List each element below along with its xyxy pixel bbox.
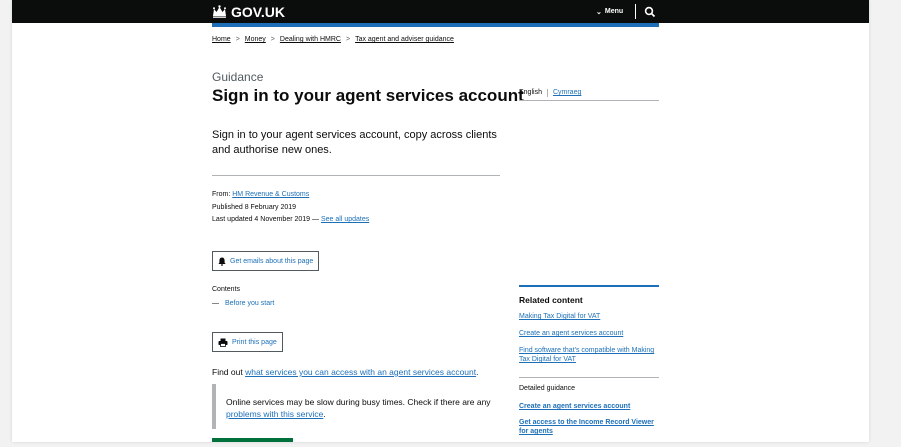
- related-link-mtd-vat[interactable]: Making Tax Digital for VAT: [519, 312, 659, 321]
- search-button[interactable]: [644, 5, 656, 23]
- inset-notice: Online services may be slow during busy …: [212, 384, 502, 429]
- meta-from-label: From:: [212, 191, 231, 198]
- dash-icon: —: [212, 300, 219, 307]
- meta-published: Published 8 February 2019: [212, 204, 297, 211]
- header-divider: [635, 4, 636, 19]
- meta-from: From: HM Revenue & Customs: [212, 191, 309, 198]
- page-sheet: GOV.UK ⌄ Menu Home > Money > Dealing wit…: [12, 0, 869, 442]
- menu-button[interactable]: ⌄ Menu: [596, 4, 623, 19]
- search-icon: [644, 6, 656, 18]
- see-all-updates-link[interactable]: See all updates: [321, 216, 369, 223]
- related-link-create-agent-account[interactable]: Create an agent services account: [519, 329, 659, 338]
- get-emails-label: Get emails about this page: [230, 257, 314, 265]
- inset-suffix: .: [323, 409, 326, 419]
- breadcrumb-tax-agent-guidance[interactable]: Tax agent and adviser guidance: [355, 36, 454, 43]
- related-link-find-software[interactable]: Find software that's compatible with Mak…: [519, 346, 659, 364]
- breadcrumb-home[interactable]: Home: [212, 36, 231, 43]
- divider: [212, 175, 500, 176]
- detailed-link-income-record-viewer[interactable]: Get access to the Income Record Viewer f…: [519, 418, 659, 436]
- header-accent-bar: [212, 23, 659, 27]
- language-switcher: English Cymraeg: [519, 89, 659, 101]
- language-link-cymraeg[interactable]: Cymraeg: [548, 89, 581, 100]
- chevron-right-icon: >: [270, 36, 275, 43]
- find-out-suffix: .: [476, 367, 479, 377]
- breadcrumb-dealing-with-hmrc[interactable]: Dealing with HMRC: [280, 36, 341, 43]
- bell-icon: [218, 257, 226, 266]
- detailed-guidance-heading: Detailed guidance: [519, 385, 576, 392]
- chevron-down-icon: ⌄: [596, 8, 602, 16]
- problems-with-service-link[interactable]: problems with this service: [226, 409, 323, 419]
- detailed-link-create-agent-account[interactable]: Create an agent services account: [519, 402, 659, 411]
- print-page-button[interactable]: Print this page: [212, 332, 283, 352]
- language-current: English: [519, 89, 548, 97]
- find-out-text: Find out what services you can access wi…: [212, 367, 479, 377]
- header-bar: [12, 0, 869, 23]
- contents-heading: Contents: [212, 286, 241, 293]
- chevron-right-icon: >: [345, 36, 351, 43]
- start-button[interactable]: [212, 438, 293, 442]
- related-divider: [519, 377, 659, 378]
- get-emails-button[interactable]: Get emails about this page: [212, 251, 320, 271]
- page-title: Sign in to your agent services account: [212, 86, 524, 105]
- find-out-prefix: Find out: [212, 367, 243, 377]
- related-content: Related content: [519, 285, 659, 305]
- meta-updated-text: Last updated 4 November 2019 —: [212, 216, 320, 223]
- menu-label: Menu: [604, 8, 624, 15]
- logo-text: GOV.UK: [231, 3, 285, 20]
- contents-item-label: Before you start: [224, 300, 275, 307]
- page-lede: Sign in to your agent services account, …: [212, 129, 497, 156]
- breadcrumb: Home > Money > Dealing with HMRC > Tax a…: [212, 36, 454, 43]
- print-page-label: Print this page: [232, 338, 277, 346]
- breadcrumb-money[interactable]: Money: [245, 36, 266, 43]
- printer-icon: [218, 338, 228, 347]
- meta-from-org-link[interactable]: HM Revenue & Customs: [232, 191, 309, 198]
- page-caption: Guidance: [212, 70, 264, 84]
- services-link[interactable]: what services you can access with an age…: [245, 367, 476, 377]
- govuk-logo-link[interactable]: GOV.UK: [212, 3, 285, 20]
- inset-text: Online services may be slow during busy …: [226, 397, 491, 407]
- contents-item[interactable]: — Before you start: [212, 300, 274, 307]
- chevron-right-icon: >: [235, 36, 240, 43]
- related-heading: Related content: [519, 295, 583, 305]
- meta-updated: Last updated 4 November 2019 — See all u…: [212, 216, 369, 223]
- crown-icon: [213, 5, 226, 18]
